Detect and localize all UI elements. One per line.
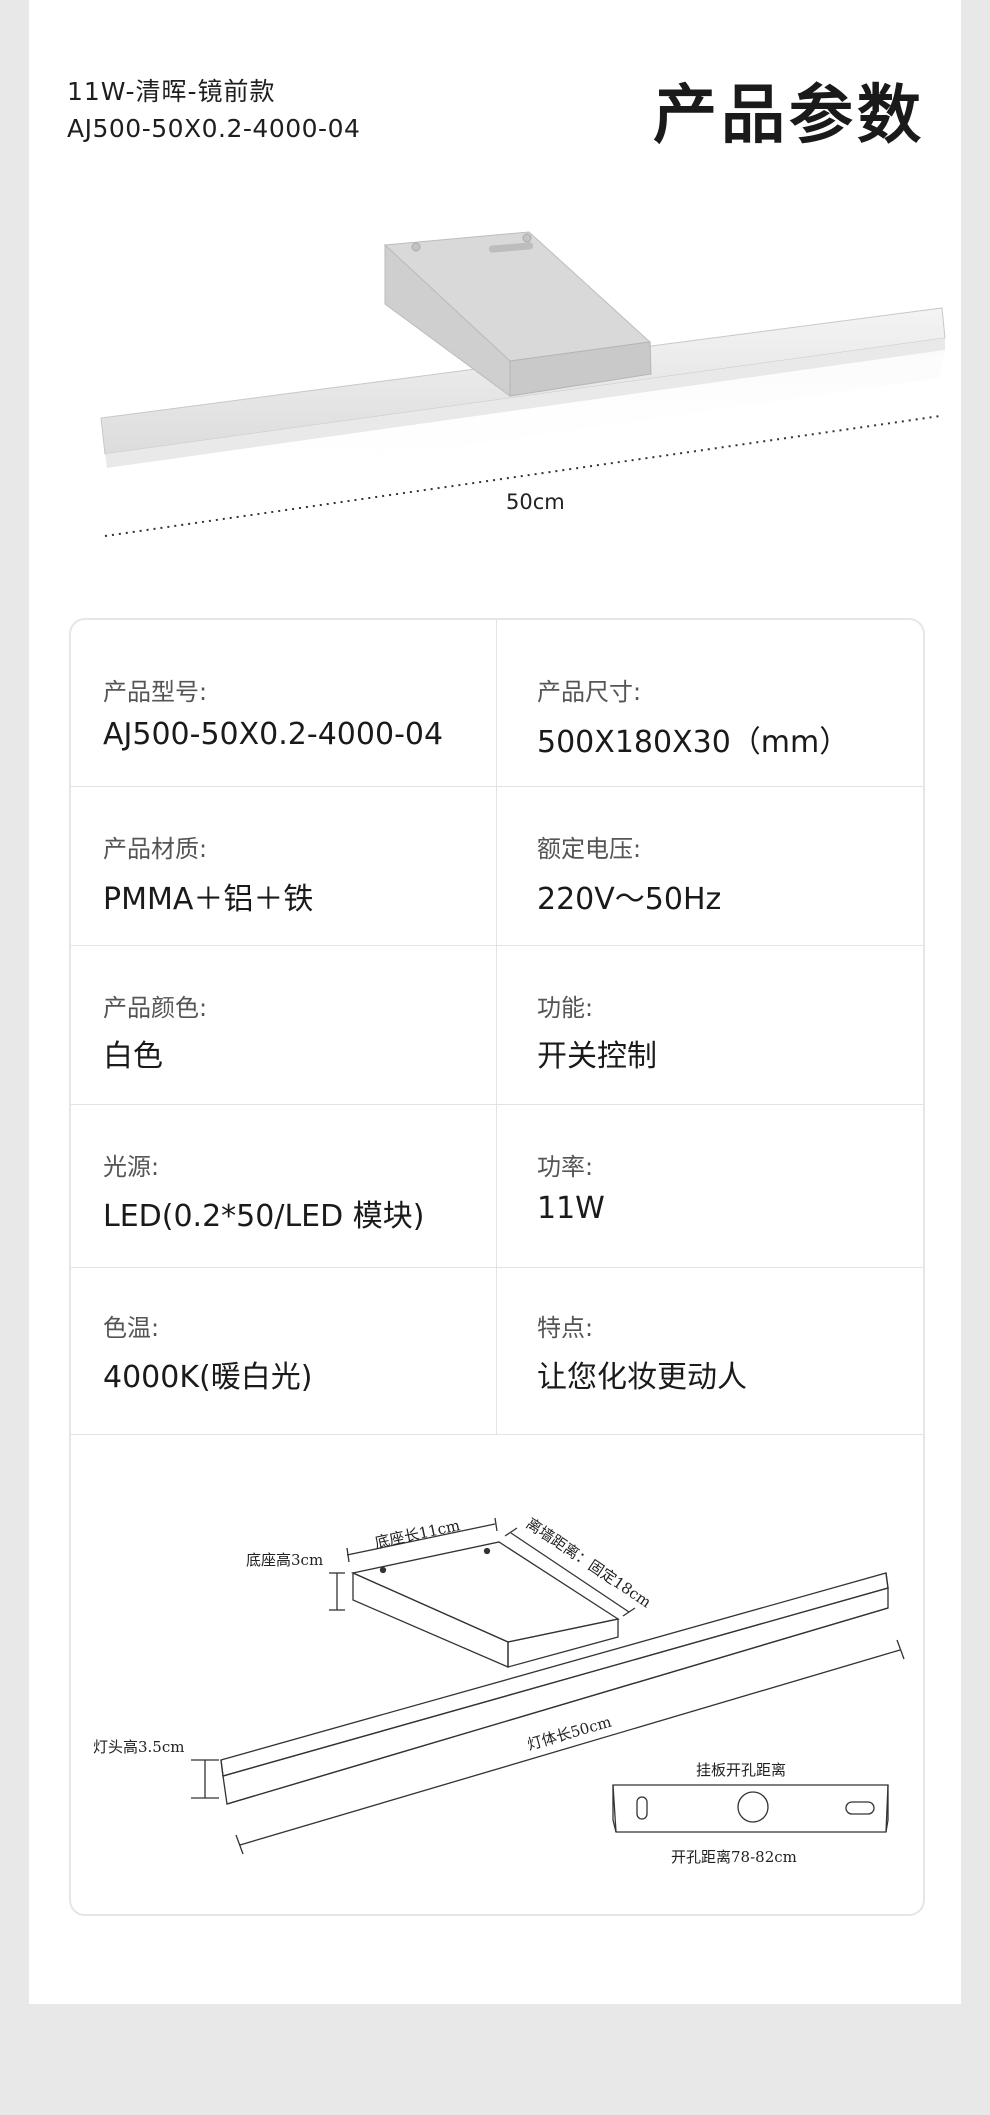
hole-distance-label: 开孔距离78-82cm (671, 1848, 797, 1866)
spec-cell: 产品尺寸: 500X180X30（mm） (497, 620, 923, 786)
spec-cell: 产品颜色: 白色 (71, 946, 497, 1104)
spec-label-voltage: 额定电压: (537, 835, 642, 863)
specs-card: 产品型号: AJ500-50X0.2-4000-04 产品尺寸: 500X180… (69, 618, 925, 1916)
model-name: 11W-清晖-镜前款 (67, 77, 276, 106)
spec-cell: 特点: 让您化妆更动人 (497, 1268, 923, 1434)
spec-value-size: 500X180X30（mm） (537, 725, 850, 760)
spec-cell: 功能: 开关控制 (497, 946, 923, 1104)
spec-table: 产品型号: AJ500-50X0.2-4000-04 产品尺寸: 500X180… (71, 620, 923, 1435)
page-title: 产品参数 (653, 79, 925, 153)
spec-label-color: 产品颜色: (103, 994, 208, 1022)
spec-cell: 功率: 11W (497, 1105, 923, 1267)
spec-cell: 光源: LED(0.2*50/LED 模块) (71, 1105, 497, 1267)
spec-cell: 色温: 4000K(暖白光) (71, 1268, 497, 1434)
spec-label-material: 产品材质: (103, 835, 208, 863)
spec-label-light-source: 光源: (103, 1153, 160, 1181)
spec-value-function: 开关控制 (537, 1039, 657, 1074)
spec-label-size: 产品尺寸: (537, 678, 642, 706)
spec-label-power: 功率: (537, 1153, 594, 1181)
spec-cell: 产品材质: PMMA＋铝＋铁 (71, 787, 497, 945)
dimension-diagram: 底座长11cm 底座高3cm 离墙距离：固定18cm 灯头高3.5cm 灯体长5… (93, 1514, 905, 1866)
spec-label-color-temp: 色温: (103, 1314, 160, 1342)
spec-row: 光源: LED(0.2*50/LED 模块) 功率: 11W (71, 1105, 923, 1268)
page: 11W-清晖-镜前款 AJ500-50X0.2-4000-04 产品参数 50c… (29, 0, 961, 2004)
spec-value-feature: 让您化妆更动人 (537, 1360, 747, 1395)
wall-distance-label: 离墙距离：固定18cm (523, 1514, 655, 1611)
spec-value-color: 白色 (103, 1039, 163, 1074)
spec-row: 产品型号: AJ500-50X0.2-4000-04 产品尺寸: 500X180… (71, 620, 923, 787)
spec-value-light-source: LED(0.2*50/LED 模块) (103, 1199, 425, 1234)
spec-row: 色温: 4000K(暖白光) 特点: 让您化妆更动人 (71, 1268, 923, 1435)
spec-cell: 额定电压: 220V～50Hz (497, 787, 923, 945)
plate-title-label: 挂板开孔距离 (696, 1761, 786, 1779)
spec-value-voltage: 220V～50Hz (537, 882, 722, 917)
spec-label-model: 产品型号: (103, 678, 208, 706)
spec-value-material: PMMA＋铝＋铁 (103, 882, 314, 917)
base-length-label: 底座长11cm (373, 1516, 462, 1552)
base-height-label: 底座高3cm (246, 1551, 323, 1569)
spec-label-feature: 特点: (537, 1314, 594, 1342)
spec-cell: 产品型号: AJ500-50X0.2-4000-04 (71, 620, 497, 786)
spec-row: 产品材质: PMMA＋铝＋铁 额定电压: 220V～50Hz (71, 787, 923, 946)
spec-row: 产品颜色: 白色 功能: 开关控制 (71, 946, 923, 1105)
head-height-label: 灯头高3.5cm (93, 1738, 184, 1756)
model-code: AJ500-50X0.2-4000-04 (67, 114, 361, 143)
spec-label-function: 功能: (537, 994, 594, 1022)
spec-value-model: AJ500-50X0.2-4000-04 (103, 717, 444, 752)
length-label: 50cm (506, 490, 565, 514)
spec-value-power: 11W (537, 1191, 605, 1226)
spec-value-color-temp: 4000K(暖白光) (103, 1360, 313, 1395)
